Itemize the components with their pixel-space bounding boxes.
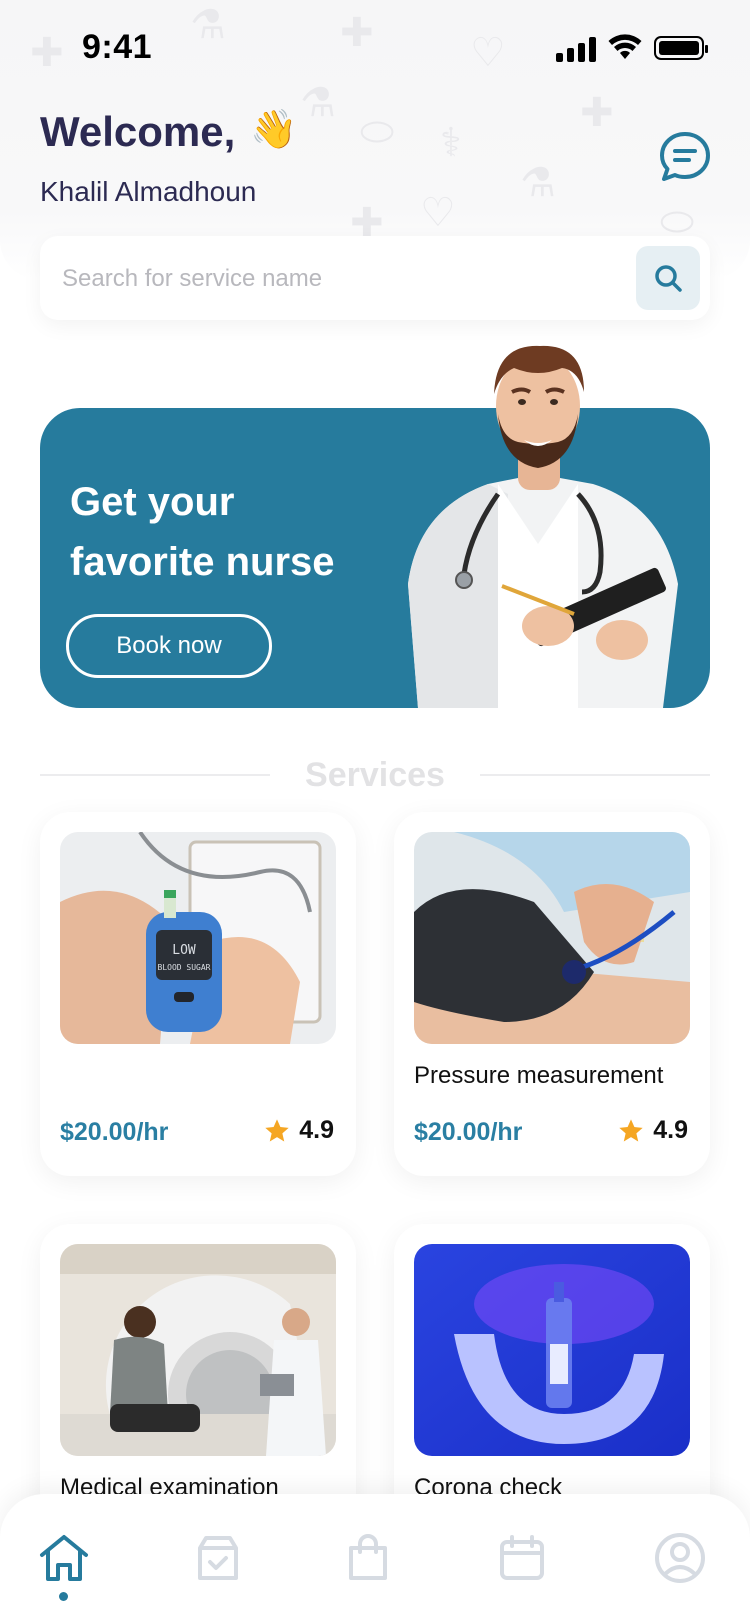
service-card[interactable]: Pressure measurement $20.00/hr 4.9: [394, 812, 710, 1176]
promo-banner: Get your favorite nurse Book now: [40, 345, 710, 708]
cellular-signal-icon: [556, 36, 596, 62]
divider-right: [480, 774, 710, 776]
profile-icon: [655, 1533, 705, 1583]
tab-orders[interactable]: [188, 1528, 248, 1588]
service-price: $20.00/hr: [60, 1118, 169, 1146]
status-time: 9:41: [82, 28, 153, 66]
active-tab-indicator: [59, 1592, 68, 1601]
banner-title: Get your favorite nurse: [70, 472, 400, 592]
welcome-heading: Welcome,: [40, 108, 236, 155]
chat-icon[interactable]: [658, 130, 712, 184]
service-card[interactable]: LOW BLOOD SUGAR $20.00/hr 4.9: [40, 812, 356, 1176]
svg-text:BLOOD SUGAR: BLOOD SUGAR: [158, 963, 211, 972]
rating-value: 4.9: [653, 1116, 688, 1144]
star-icon: [265, 1118, 289, 1141]
search-input[interactable]: [60, 254, 644, 304]
rating-value: 4.9: [299, 1116, 334, 1144]
tab-home[interactable]: [34, 1528, 94, 1588]
doctor-image: [408, 345, 678, 708]
user-name: Khalil Almadhoun: [40, 176, 257, 207]
service-image-glucose: LOW BLOOD SUGAR: [60, 832, 336, 1044]
wifi-icon: [608, 34, 642, 59]
tab-calendar[interactable]: [492, 1528, 552, 1588]
bag-icon: [349, 1534, 387, 1580]
status-bar: 9:41: [0, 0, 750, 96]
services-section-header: Services: [40, 752, 710, 798]
service-rating: 4.9: [263, 1116, 334, 1145]
bottom-tab-bar: [0, 1494, 750, 1624]
search-bar: [40, 236, 710, 320]
wave-emoji: 👋: [250, 109, 298, 151]
star-icon: [619, 1118, 643, 1141]
search-button[interactable]: [636, 246, 700, 310]
battery-icon: [654, 36, 708, 60]
tab-shop[interactable]: [338, 1528, 398, 1588]
banner-title-line2: favorite nurse: [70, 540, 335, 584]
banner-title-line1: Get your: [70, 480, 235, 524]
home-icon: [40, 1535, 88, 1581]
service-price: $20.00/hr: [414, 1118, 523, 1146]
service-image-pressure: [414, 832, 690, 1044]
tab-profile[interactable]: [650, 1528, 710, 1588]
calendar-icon: [500, 1535, 544, 1580]
service-image-vaccine: [414, 1244, 690, 1456]
orders-icon: [198, 1536, 238, 1580]
search-icon: [655, 265, 682, 292]
svg-text:LOW: LOW: [172, 943, 196, 958]
service-name: Pressure measurement: [414, 1062, 664, 1089]
service-rating: 4.9: [617, 1116, 688, 1145]
service-image-mri: [60, 1244, 336, 1456]
book-now-button[interactable]: Book now: [66, 614, 272, 678]
